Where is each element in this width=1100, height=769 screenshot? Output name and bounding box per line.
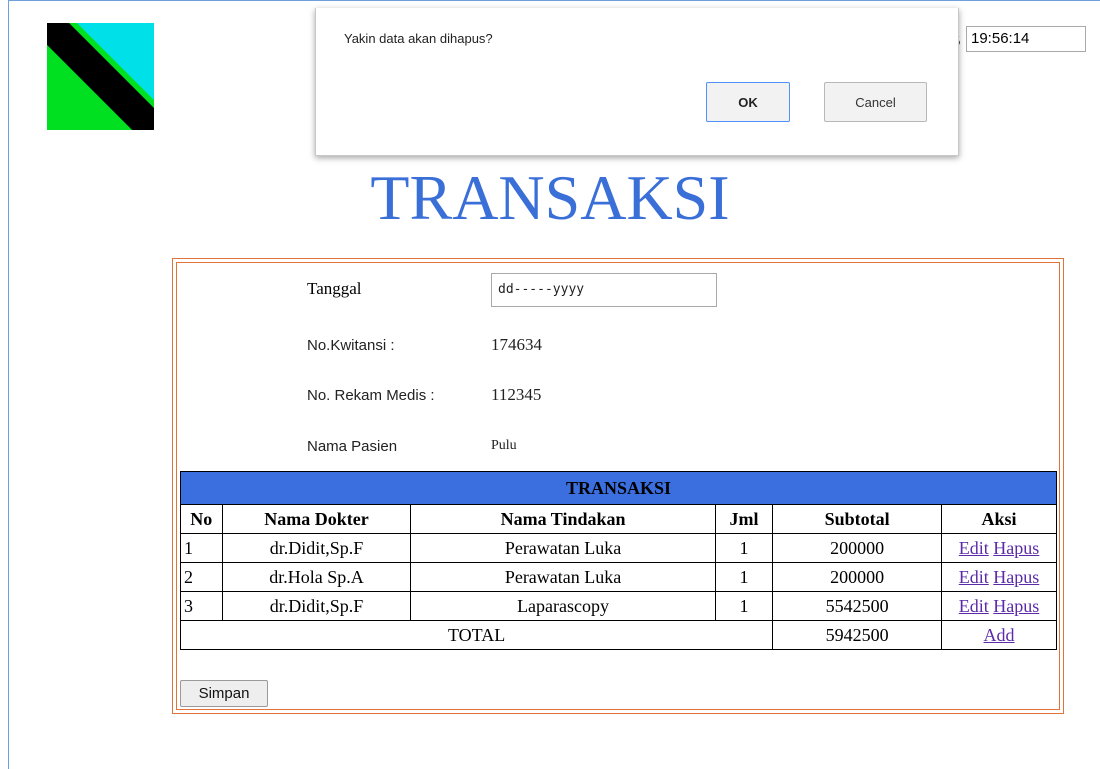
col-header-jml: Jml [714, 504, 774, 534]
table-header-row: No Nama Dokter Nama Tindakan Jml Subtota… [180, 504, 1057, 534]
nama-pasien-value: Pulu [491, 438, 517, 453]
table-row: 2 dr.Hola Sp.A Perawatan Luka 1 200000 E… [180, 562, 1057, 592]
tanggal-date-input[interactable]: dd-----yyyy [491, 273, 717, 307]
cell-no: 1 [180, 533, 223, 563]
cell-dokter: dr.Didit,Sp.F [221, 591, 412, 621]
total-value: 5942500 [772, 620, 943, 650]
clock-field[interactable]: 19:56:14 [966, 26, 1086, 52]
cell-tindakan: Perawatan Luka [410, 562, 716, 592]
hapus-link[interactable]: Hapus [993, 538, 1039, 558]
cell-tindakan: Laparascopy [410, 591, 716, 621]
cell-no: 3 [180, 591, 223, 621]
hapus-link[interactable]: Hapus [993, 567, 1039, 587]
col-header-subtotal: Subtotal [772, 504, 943, 534]
table-title: TRANSAKSI [180, 471, 1057, 505]
dialog-message: Yakin data akan dihapus? [344, 31, 493, 46]
cell-jml: 1 [714, 591, 774, 621]
simpan-button[interactable]: Simpan [180, 680, 268, 707]
logo [47, 23, 154, 130]
rekam-medis-value: 112345 [491, 385, 542, 404]
table-row: 1 dr.Didit,Sp.F Perawatan Luka 1 200000 … [180, 533, 1057, 563]
cell-subtotal: 5542500 [772, 591, 943, 621]
cell-aksi: Edit Hapus [941, 591, 1057, 621]
confirm-dialog: Yakin data akan dihapus? OK Cancel [315, 8, 959, 156]
cell-dokter: dr.Didit,Sp.F [221, 533, 412, 563]
add-link[interactable]: Add [984, 625, 1015, 645]
cancel-button[interactable]: Cancel [824, 82, 927, 122]
col-header-no: No [180, 504, 223, 534]
kwitansi-value: 174634 [491, 335, 542, 354]
edit-link[interactable]: Edit [959, 596, 989, 616]
nama-pasien-label: Nama Pasien [307, 438, 398, 455]
edit-link[interactable]: Edit [959, 567, 989, 587]
transaction-form: Tanggal dd-----yyyy No.Kwitansi : 174634… [172, 258, 1064, 714]
edit-link[interactable]: Edit [959, 538, 989, 558]
cell-jml: 1 [714, 562, 774, 592]
total-label: TOTAL [179, 620, 774, 650]
tanggal-label: Tanggal [307, 279, 362, 298]
cell-dokter: dr.Hola Sp.A [221, 562, 412, 592]
cell-subtotal: 200000 [772, 533, 943, 563]
transaction-table: TRANSAKSI No Nama Dokter Nama Tindakan J… [179, 471, 1057, 650]
cell-aksi: Edit Hapus [941, 533, 1057, 563]
col-header-dokter: Nama Dokter [221, 504, 412, 534]
cell-add: Add [941, 620, 1057, 650]
page-title: TRANSAKSI [370, 162, 730, 233]
hapus-link[interactable]: Hapus [993, 596, 1039, 616]
form-inner: Tanggal dd-----yyyy No.Kwitansi : 174634… [176, 262, 1060, 710]
col-header-tindakan: Nama Tindakan [410, 504, 716, 534]
table-total-row: TOTAL 5942500 Add [179, 620, 1057, 650]
ok-button[interactable]: OK [706, 82, 790, 122]
cell-jml: 1 [714, 533, 774, 563]
kwitansi-label: No.Kwitansi : [307, 337, 395, 354]
cell-aksi: Edit Hapus [941, 562, 1057, 592]
rekam-medis-label: No. Rekam Medis : [307, 387, 435, 404]
cell-tindakan: Perawatan Luka [410, 533, 716, 563]
col-header-aksi: Aksi [941, 504, 1057, 534]
table-row: 3 dr.Didit,Sp.F Laparascopy 1 5542500 Ed… [180, 591, 1057, 621]
cell-no: 2 [180, 562, 223, 592]
cell-subtotal: 200000 [772, 562, 943, 592]
